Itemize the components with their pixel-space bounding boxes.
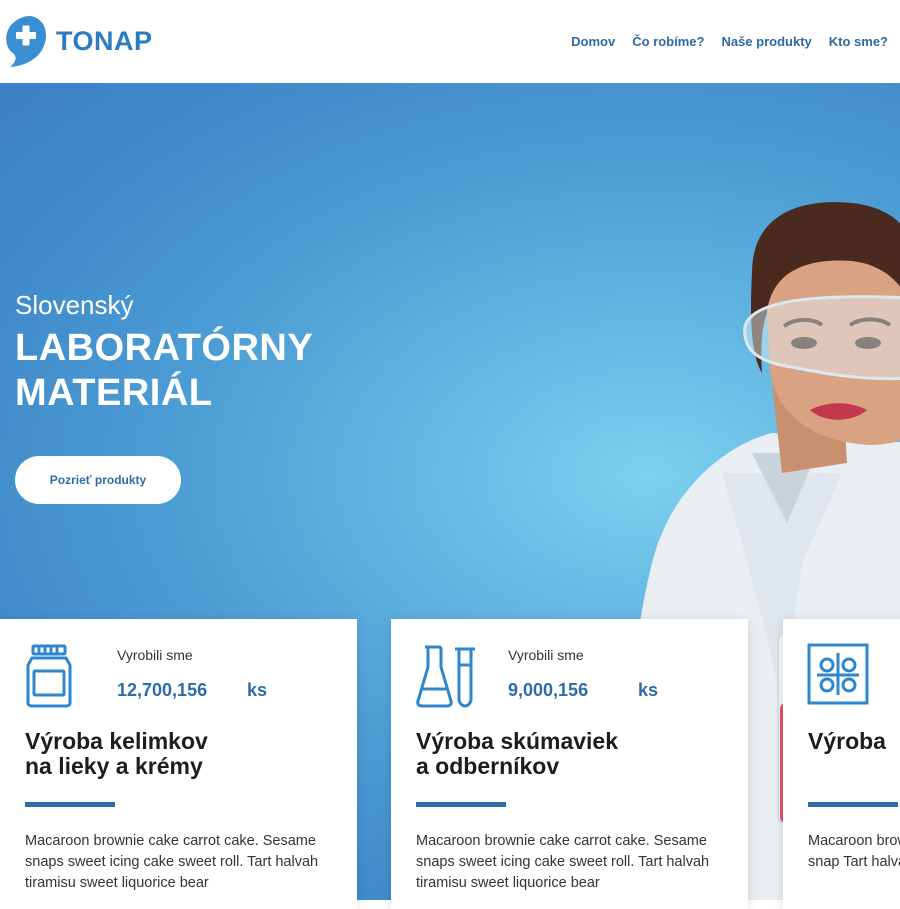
site-header: TONAP Domov Čo robíme? Naše produkty Kto… xyxy=(0,0,900,83)
stat-value: 12,700,156 xyxy=(117,680,208,700)
card-divider xyxy=(808,802,898,807)
nav-item-home[interactable]: Domov xyxy=(571,34,615,49)
main-nav: Domov Čo robíme? Naše produkty Kto sme? xyxy=(571,34,888,49)
card-divider xyxy=(416,802,506,807)
service-card-jars: Vyrobili sme 12,700,156 ks Výroba kelimk… xyxy=(0,619,357,909)
card-title-line-1: Výroba kelimkov xyxy=(25,728,208,754)
view-products-button[interactable]: Pozrieť produkty xyxy=(15,456,181,504)
card-title: Výroba kelimkov na lieky a krémy xyxy=(25,729,345,779)
medical-cross-logo-icon xyxy=(6,16,47,67)
card-title: Výroba xyxy=(808,729,900,754)
nav-item-products[interactable]: Naše produkty xyxy=(721,34,811,49)
brand-name: TONAP xyxy=(56,25,153,56)
flask-and-test-tube-icon xyxy=(416,645,475,708)
stat-value: 9,000,156 xyxy=(508,680,589,700)
logo[interactable]: TONAP xyxy=(2,14,153,68)
hero-title-line-2: MATERIÁL xyxy=(15,372,213,414)
card-title: Výroba skúmaviek a odberníkov xyxy=(416,729,736,779)
card-title-line-1: Výroba skúmaviek xyxy=(416,728,619,754)
service-card-plates: Výroba Macaroon brownie cake carrot cake… xyxy=(783,619,900,909)
stat-unit: ks xyxy=(247,680,268,700)
service-card-tubes: Vyrobili sme 9,000,156 ks Výroba skúmavi… xyxy=(391,619,748,909)
card-text: Macaroon brownie cake carrot cake. Sesam… xyxy=(416,833,710,891)
stat-label: Vyrobili sme xyxy=(117,647,193,663)
stat-unit: ks xyxy=(638,680,659,700)
card-title-line-1: Výroba xyxy=(808,728,886,754)
nav-item-what-we-do[interactable]: Čo robíme? xyxy=(632,34,704,49)
card-text: Macaroon brownie cake carrot cake. Sesam… xyxy=(25,833,319,891)
hero-subtitle: Slovenský xyxy=(15,290,134,320)
card-title-line-2: na lieky a krémy xyxy=(25,753,203,779)
card-divider xyxy=(25,802,115,807)
card-title-line-2: a odberníkov xyxy=(416,753,560,779)
stat-label: Vyrobili sme xyxy=(508,647,584,663)
jar-icon xyxy=(26,644,72,708)
card-text: Macaroon brownie cake carrot cake. Sesam… xyxy=(808,833,900,870)
hero-title: LABORATÓRNY MATERIÁL xyxy=(15,326,313,416)
nav-item-about[interactable]: Kto sme? xyxy=(829,34,888,49)
hero-title-line-1: LABORATÓRNY xyxy=(15,327,314,369)
well-plate-icon xyxy=(807,643,869,705)
